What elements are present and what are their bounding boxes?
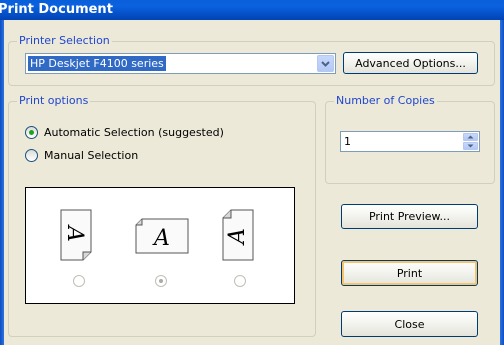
window-border-left: [0, 20, 4, 345]
orientation-preview-panel: A A A: [25, 187, 295, 304]
landscape-page-icon: A: [135, 218, 189, 254]
chevron-down-icon[interactable]: [317, 55, 334, 72]
portrait-reverse-page-icon: A: [222, 209, 254, 261]
automatic-selection-label: Automatic Selection (suggested): [44, 126, 224, 139]
orientation-radio-2[interactable]: [155, 275, 167, 287]
advanced-options-button[interactable]: Advanced Options...: [343, 52, 478, 74]
copies-legend: Number of Copies: [334, 94, 437, 107]
manual-selection-radio[interactable]: [25, 149, 38, 162]
automatic-selection-option[interactable]: Automatic Selection (suggested): [25, 126, 224, 139]
print-button[interactable]: Print: [341, 260, 478, 286]
orientation-glyph-2: A: [152, 226, 170, 251]
copies-stepper[interactable]: 1: [340, 131, 480, 152]
orientation-radio-1[interactable]: [73, 275, 85, 287]
orientation-radio-3[interactable]: [234, 275, 246, 287]
window-border-right: [500, 20, 504, 345]
printer-selection-legend: Printer Selection: [17, 34, 112, 47]
copies-value[interactable]: 1: [344, 135, 351, 148]
manual-selection-option[interactable]: Manual Selection: [25, 149, 138, 162]
print-preview-button[interactable]: Print Preview...: [341, 204, 478, 229]
title-bar[interactable]: Print Document: [0, 0, 504, 20]
printer-select-value: HP Deskjet F4100 series: [28, 56, 166, 71]
automatic-selection-radio[interactable]: [25, 126, 38, 139]
printer-select[interactable]: HP Deskjet F4100 series: [25, 53, 336, 74]
window-title: Print Document: [0, 2, 113, 17]
portrait-page-icon: A: [60, 209, 92, 261]
manual-selection-label: Manual Selection: [44, 149, 139, 162]
orientation-glyph-3: A: [225, 228, 250, 246]
close-button[interactable]: Close: [341, 311, 478, 337]
increment-arrow-icon[interactable]: [463, 133, 478, 141]
decrement-arrow-icon[interactable]: [463, 142, 478, 150]
orientation-glyph-1: A: [62, 224, 87, 242]
print-options-legend: Print options: [17, 94, 91, 107]
